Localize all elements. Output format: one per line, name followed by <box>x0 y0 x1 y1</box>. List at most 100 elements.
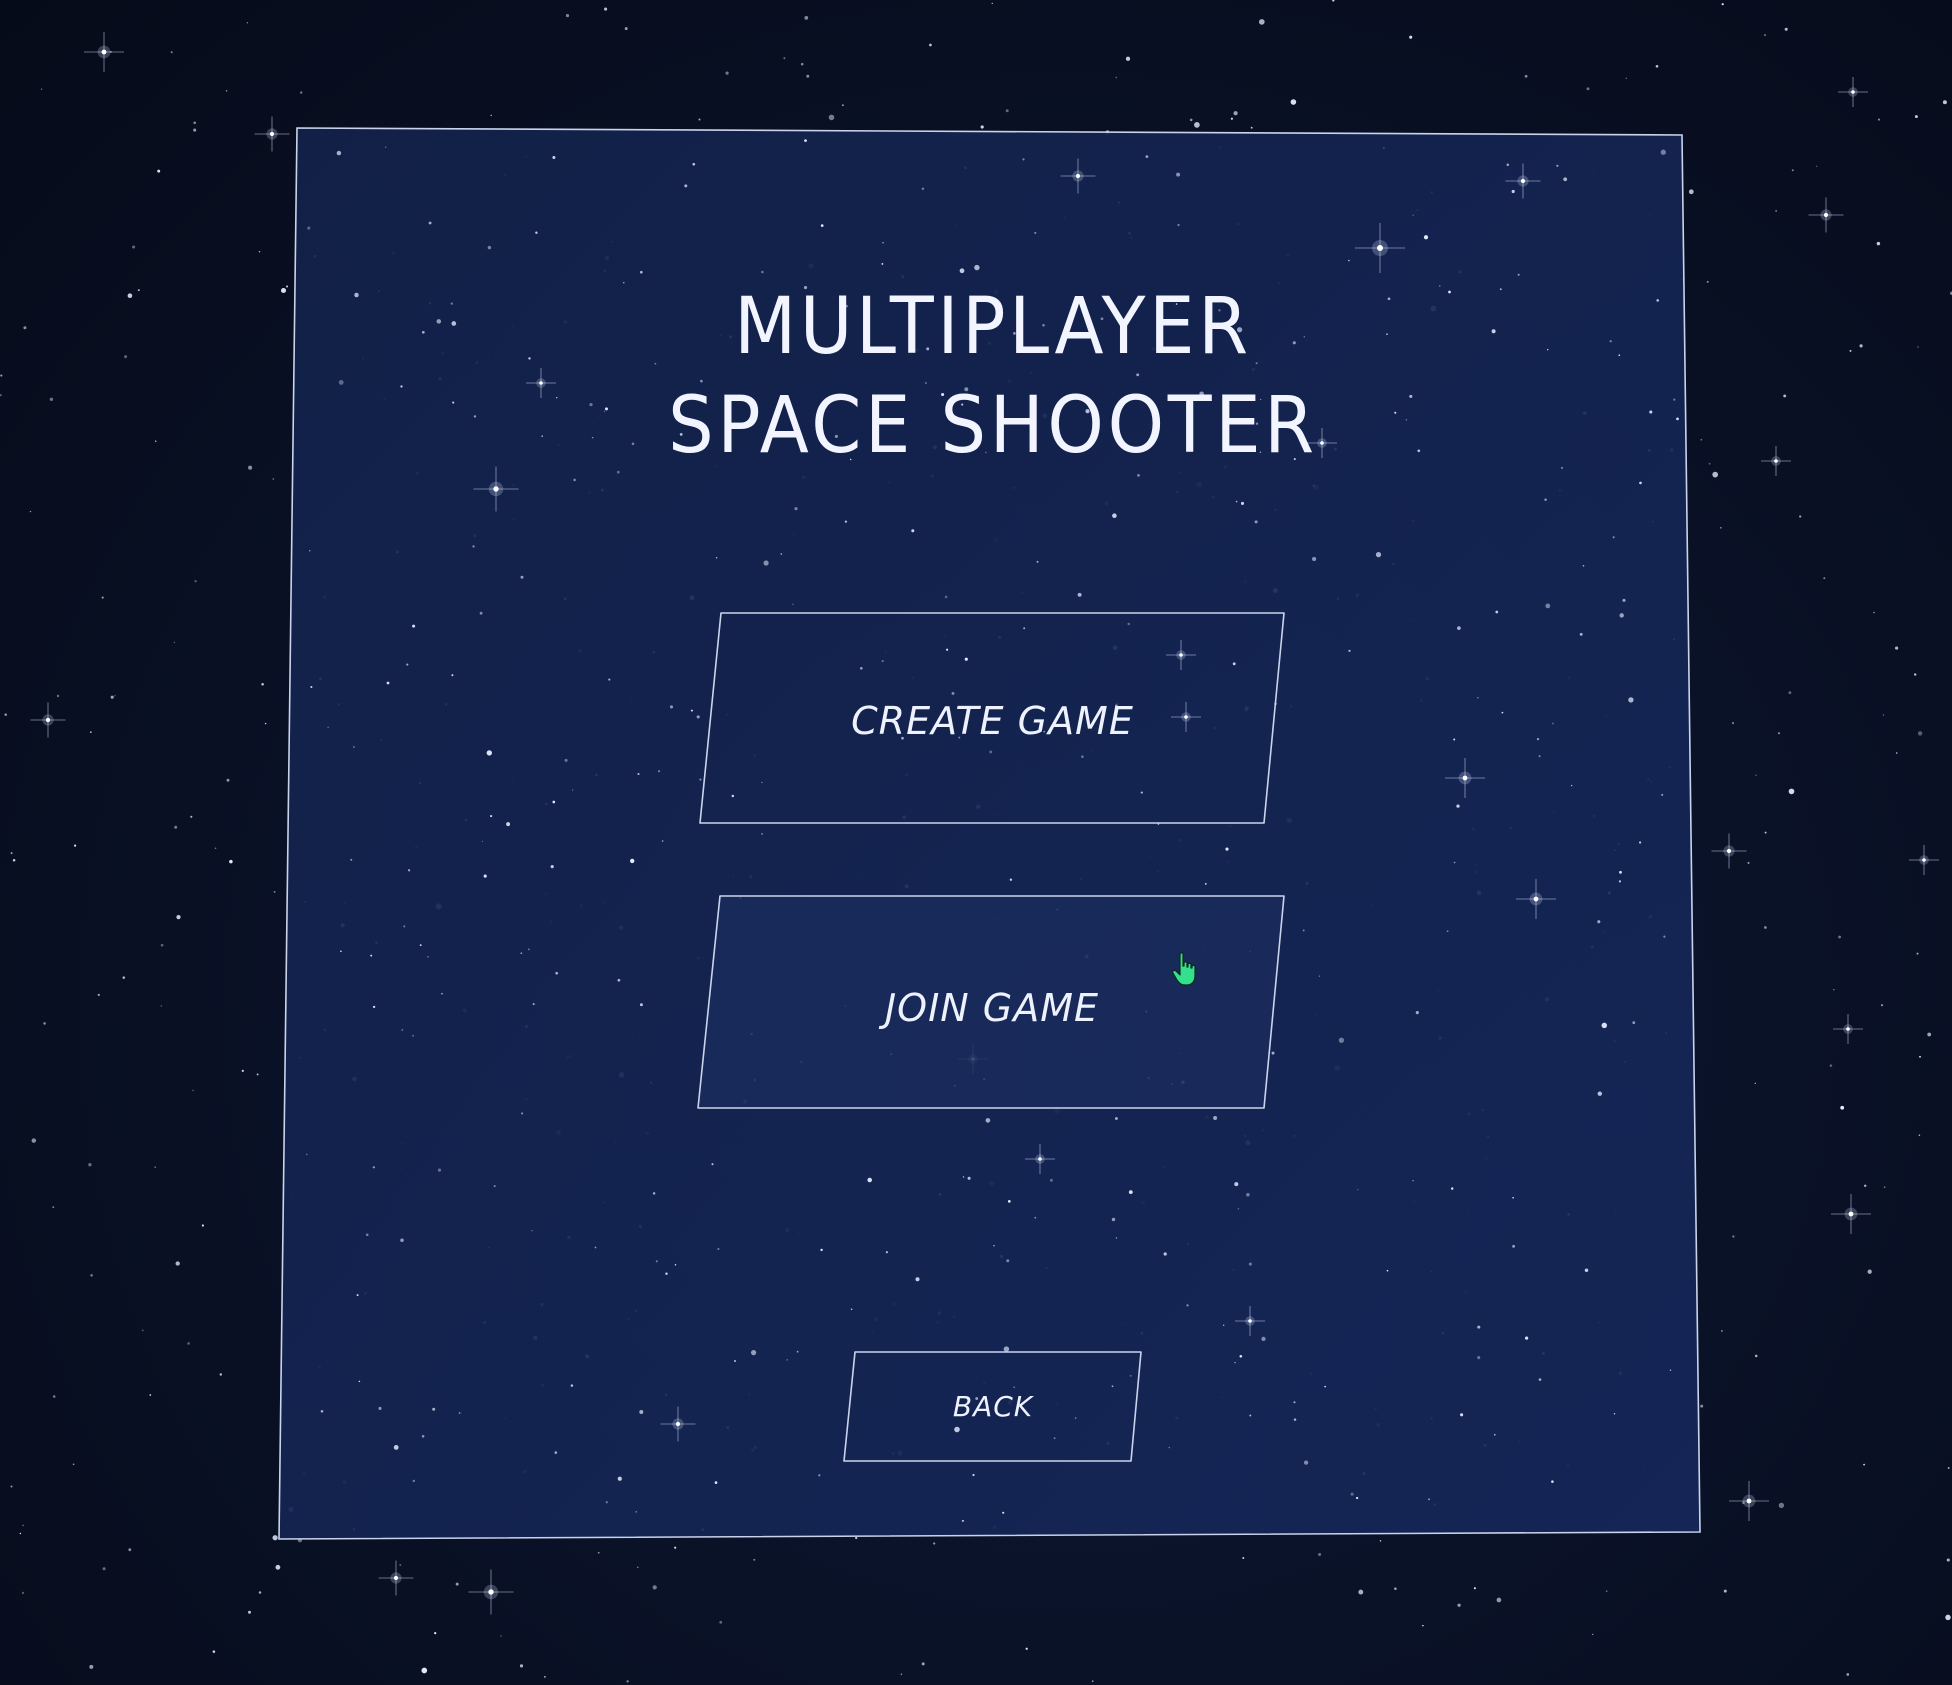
star <box>1237 1207 1240 1210</box>
star <box>1348 259 1350 262</box>
back-button[interactable]: BACK <box>843 1350 1142 1463</box>
star <box>1386 1269 1389 1272</box>
star <box>520 952 523 954</box>
star <box>571 789 574 791</box>
star <box>962 1176 965 1178</box>
star <box>1597 920 1601 924</box>
star <box>554 1451 558 1454</box>
star <box>1239 1354 1243 1358</box>
join-game-button[interactable]: JOIN GAME <box>697 894 1286 1110</box>
star <box>1570 784 1573 787</box>
star <box>307 226 311 230</box>
star <box>1234 1182 1239 1187</box>
star <box>483 874 487 878</box>
star <box>1491 329 1496 334</box>
create-game-button[interactable]: CREATE GAME <box>699 611 1285 825</box>
star <box>432 1407 436 1411</box>
star <box>763 560 769 566</box>
star <box>1049 1178 1053 1182</box>
star <box>1544 498 1547 501</box>
star <box>436 319 442 324</box>
star <box>555 971 558 975</box>
star <box>1409 394 1413 398</box>
star <box>1494 1433 1496 1436</box>
star <box>1234 1361 1236 1364</box>
star <box>972 1473 975 1477</box>
star <box>1428 1498 1430 1501</box>
star <box>370 954 373 957</box>
star <box>310 685 313 689</box>
star <box>365 1233 369 1237</box>
star <box>1552 722 1554 725</box>
star <box>1477 697 1479 699</box>
star <box>1451 1187 1454 1190</box>
star <box>1355 1496 1359 1500</box>
star <box>1136 373 1140 377</box>
star <box>1547 348 1549 351</box>
star <box>1618 354 1621 357</box>
star <box>711 1163 714 1166</box>
star <box>1618 880 1621 883</box>
star <box>451 321 457 326</box>
star <box>911 529 915 533</box>
star <box>850 1308 853 1311</box>
star <box>594 1246 597 1249</box>
star <box>690 709 693 712</box>
star <box>1446 930 1449 933</box>
star <box>1254 520 1258 524</box>
star <box>1506 163 1510 166</box>
star <box>428 221 432 225</box>
star <box>490 815 493 818</box>
star <box>1034 231 1037 234</box>
star <box>1460 1413 1464 1417</box>
star <box>715 557 718 559</box>
star <box>867 1177 872 1183</box>
star <box>1417 449 1421 453</box>
star <box>1077 592 1082 597</box>
star <box>356 1294 359 1297</box>
star <box>714 1481 718 1484</box>
star <box>401 1028 404 1031</box>
star <box>1477 1356 1481 1360</box>
star <box>1499 288 1502 291</box>
star <box>1204 882 1207 885</box>
star <box>639 270 643 274</box>
star <box>674 1263 677 1266</box>
star <box>1563 177 1568 182</box>
star <box>309 550 311 552</box>
star <box>961 1519 964 1522</box>
star <box>882 242 884 244</box>
star <box>1477 1325 1481 1329</box>
star <box>1111 1217 1116 1222</box>
star <box>1517 273 1520 276</box>
star <box>327 726 329 729</box>
star <box>1302 929 1305 932</box>
star <box>1561 466 1563 469</box>
star <box>1551 1480 1554 1483</box>
star <box>403 925 406 928</box>
star <box>354 292 359 298</box>
star <box>1612 536 1615 539</box>
star <box>734 1360 736 1362</box>
star <box>1128 1190 1133 1195</box>
star <box>796 1350 799 1353</box>
star <box>804 139 807 142</box>
star <box>1673 398 1676 401</box>
back-label: BACK <box>952 1390 1034 1423</box>
game-title-line-2: SPACE SHOOTER <box>668 381 1318 471</box>
star <box>1261 1336 1266 1342</box>
star <box>564 758 568 762</box>
star <box>818 1474 821 1477</box>
star <box>520 575 524 579</box>
star <box>1660 149 1666 155</box>
star <box>974 264 980 271</box>
star <box>1536 737 1540 741</box>
star <box>400 1238 404 1242</box>
star <box>1457 626 1461 630</box>
star <box>1613 1413 1616 1415</box>
star <box>1007 1200 1011 1203</box>
star <box>320 1410 324 1413</box>
star <box>1375 551 1382 558</box>
star <box>506 822 511 827</box>
star <box>820 1248 823 1252</box>
